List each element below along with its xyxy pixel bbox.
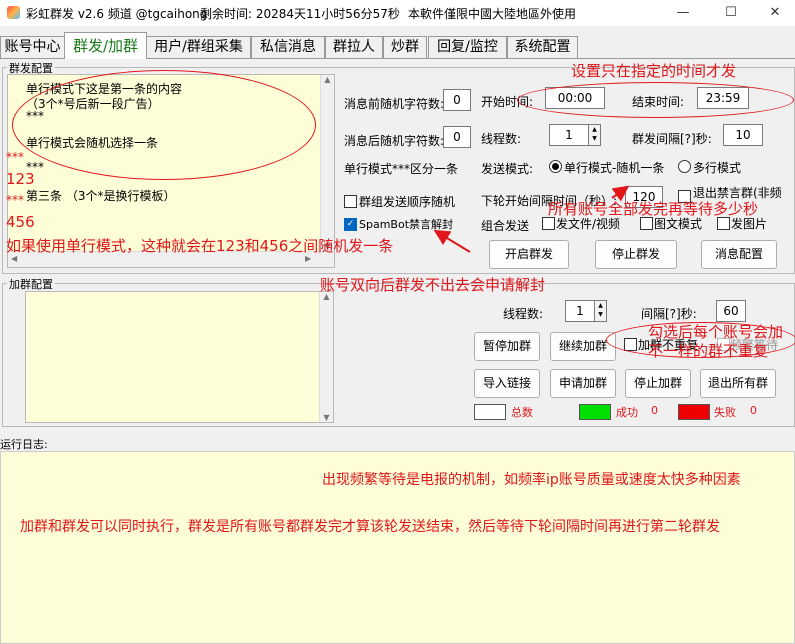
group-random-checkbox[interactable]	[344, 195, 357, 208]
radio-single-mode-label[interactable]: 单行模式-随机一条	[564, 159, 664, 176]
tab-bar: 账号中心 群发/加群 用户/群组采集 私信消息 群拉人 炒群 回复/监控 系统配…	[0, 32, 795, 59]
app-logo-icon	[7, 6, 20, 19]
close-button[interactable]: ✕	[752, 0, 795, 26]
join-vertical-scrollbar[interactable]: ▲ ▼	[319, 292, 333, 422]
broadcast-interval-label: 群发间隔[?]秒:	[632, 132, 712, 146]
annotation-wait-note: 所有账号全部发完再等待多少秒	[548, 200, 759, 218]
annotation-norepeat-note-1: 勾选后每个账号会加	[648, 323, 784, 341]
remaining-time: 剩余时间: 20284天11小时56分57秒	[200, 7, 400, 21]
threads-input[interactable]: 1	[549, 124, 589, 146]
tab-user-group-collect[interactable]: 用户/群组采集	[146, 36, 251, 58]
success-swatch	[579, 404, 611, 420]
annotation-spambot-note: 账号双向后群发不出去会申请解封	[320, 276, 546, 294]
message-line: 第三条 （3个*是换行模板）	[26, 189, 176, 203]
tab-account-center[interactable]: 账号中心	[0, 36, 65, 58]
apply-join-button[interactable]: 申请加群	[550, 369, 616, 398]
annotation-ellipse-message	[12, 70, 316, 180]
tab-group-pull[interactable]: 群拉人	[325, 36, 383, 58]
join-threads-stepper[interactable]: ▲ ▼	[594, 300, 607, 322]
tab-broadcast-join[interactable]: 群发/加群	[64, 32, 147, 59]
tab-reply-monitor[interactable]: 回复/监控	[428, 36, 507, 58]
fail-count: 0	[750, 404, 757, 417]
spambot-label[interactable]: SpamBot禁言解封	[359, 216, 453, 232]
leave-all-groups-button[interactable]: 退出所有群	[700, 369, 776, 398]
combo-send-label: 组合发送	[481, 219, 530, 233]
single-mode-hint: 单行模式***区分一条	[344, 162, 459, 176]
tab-system-config[interactable]: 系统配置	[507, 36, 578, 58]
annotation-norepeat-note-2: 不一样的群不重复	[648, 342, 769, 360]
scroll-up-icon[interactable]: ▲	[321, 75, 334, 84]
annotation-stars: ***	[6, 150, 24, 164]
suffix-random-input[interactable]: 0	[443, 126, 471, 148]
prefix-random-input[interactable]: 0	[443, 89, 471, 111]
success-label: 成功	[616, 406, 638, 419]
threads-stepper[interactable]: ▲ ▼	[588, 124, 601, 146]
fail-label: 失败	[714, 406, 736, 419]
radio-multi-mode-label[interactable]: 多行模式	[693, 159, 741, 176]
message-vertical-scrollbar[interactable]: ▲ ▼	[320, 75, 334, 251]
log-label: 运行日志:	[0, 438, 48, 451]
region-notice: 本軟件僅限中國大陸地區外使用	[408, 7, 577, 21]
annotation-123: 123	[6, 170, 35, 188]
join-links-text-area[interactable]: ▲ ▼	[25, 291, 334, 423]
annotation-456: 456	[6, 213, 35, 231]
fail-swatch	[678, 404, 710, 420]
annotation-frequent-note: 出现频繁等待是电报的机制，如频率ip账号质量或速度太快多种因素	[322, 472, 741, 488]
radio-single-mode[interactable]	[549, 160, 562, 173]
threads-label: 线程数:	[481, 132, 522, 146]
pause-join-button[interactable]: 暂停加群	[474, 332, 540, 361]
total-label: 总数	[511, 406, 533, 419]
stop-broadcast-button[interactable]: 停止群发	[595, 240, 677, 269]
import-links-button[interactable]: 导入链接	[474, 369, 540, 398]
annotation-single-mode-note: 如果使用单行模式，这种就会在123和456之间随机发一条	[6, 237, 394, 255]
join-config-label: 加群配置	[7, 276, 55, 292]
annotation-stars-2: ***	[6, 193, 24, 207]
group-random-label[interactable]: 群组发送顺序随机	[359, 193, 455, 210]
message-config-button[interactable]: 消息配置	[701, 240, 777, 269]
join-threads-label: 线程数:	[503, 307, 544, 321]
annotation-time-note: 设置只在指定的时间才发	[571, 62, 737, 80]
maximize-button[interactable]: ☐	[708, 0, 754, 26]
app-title: 彩虹群发 v2.6 频道 @tgcaihong	[26, 7, 208, 21]
join-interval-input[interactable]: 60	[716, 300, 746, 322]
send-mode-label: 发送模式:	[481, 162, 534, 176]
start-broadcast-button[interactable]: 开启群发	[489, 240, 569, 269]
radio-multi-mode[interactable]	[678, 160, 691, 173]
tab-hype-group[interactable]: 炒群	[383, 36, 427, 58]
join-threads-input[interactable]: 1	[565, 300, 595, 322]
stop-join-button[interactable]: 停止加群	[625, 369, 691, 398]
tab-private-message[interactable]: 私信消息	[251, 36, 325, 58]
broadcast-interval-input[interactable]: 10	[723, 124, 763, 146]
annotation-ellipse-time	[517, 82, 794, 118]
spambot-checkbox[interactable]: ✓	[344, 218, 357, 231]
annotation-parallel-note: 加群和群发可以同时执行，群发是所有账号都群发完才算该轮发送结束，然后等待下轮间隔…	[20, 519, 720, 535]
suffix-random-label: 消息后随机字符数:	[344, 134, 445, 148]
total-swatch	[474, 404, 506, 420]
scroll-down-icon[interactable]: ▼	[320, 413, 333, 422]
prefix-random-label: 消息前随机字符数:	[344, 97, 445, 111]
minimize-button[interactable]: —	[660, 0, 706, 26]
success-count: 0	[651, 404, 658, 417]
join-interval-label: 间隔[?]秒:	[641, 307, 697, 321]
title-bar: 彩虹群发 v2.6 频道 @tgcaihong 剩余时间: 20284天11小时…	[0, 0, 795, 26]
